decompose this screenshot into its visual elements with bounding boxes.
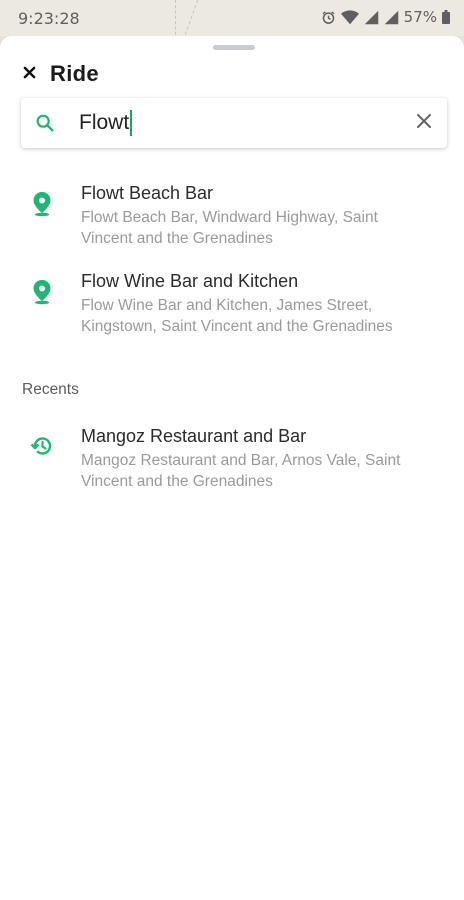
result-title: Flowt Beach Bar (81, 183, 214, 203)
search-input-value: Flowt (79, 111, 130, 134)
search-input[interactable]: Flowt (79, 108, 379, 138)
clear-icon (415, 114, 433, 133)
battery-percent: 57% (403, 8, 437, 26)
recent-item[interactable]: Mangoz Restaurant and Bar Mangoz Restaur… (0, 426, 464, 506)
battery-icon (442, 10, 450, 24)
history-icon (30, 434, 54, 463)
signal-icon (384, 10, 399, 25)
drag-handle[interactable] (213, 45, 255, 50)
search-icon (34, 112, 56, 139)
result-subtitle: Flowt Beach Bar, Windward Highway, Saint… (81, 209, 378, 247)
result-subtitle: Flow Wine Bar and Kitchen, James Street,… (81, 297, 393, 335)
recent-subtitle: Mangoz Restaurant and Bar, Arnos Vale, S… (81, 452, 401, 490)
location-pin-icon (30, 279, 54, 310)
page-title: Ride (50, 61, 99, 86)
close-button[interactable] (16, 61, 42, 87)
search-box[interactable]: Flowt (21, 98, 447, 148)
text-caret (130, 110, 133, 136)
clear-search-button[interactable] (415, 112, 433, 133)
alarm-icon (321, 10, 336, 25)
close-icon (23, 66, 36, 82)
wifi-icon (340, 9, 359, 25)
search-result-item[interactable]: Flowt Beach Bar Flowt Beach Bar, Windwar… (0, 183, 464, 263)
signal-icon (364, 10, 379, 25)
ride-sheet: Ride Flowt Flowt Beach Bar Flowt Beach B… (0, 36, 464, 900)
recents-heading: Recents (22, 381, 79, 398)
map-road (182, 0, 199, 40)
search-result-item[interactable]: Flow Wine Bar and Kitchen Flow Wine Bar … (0, 271, 464, 351)
recent-title: Mangoz Restaurant and Bar (81, 426, 307, 446)
location-pin-icon (30, 191, 54, 222)
status-time: 9:23:28 (18, 9, 80, 28)
status-bar: 9:23:28 57% (0, 0, 464, 40)
status-icons: 57% (321, 8, 450, 26)
result-title: Flow Wine Bar and Kitchen (81, 271, 299, 291)
sheet-header: Ride (22, 60, 99, 88)
map-road (175, 0, 176, 40)
